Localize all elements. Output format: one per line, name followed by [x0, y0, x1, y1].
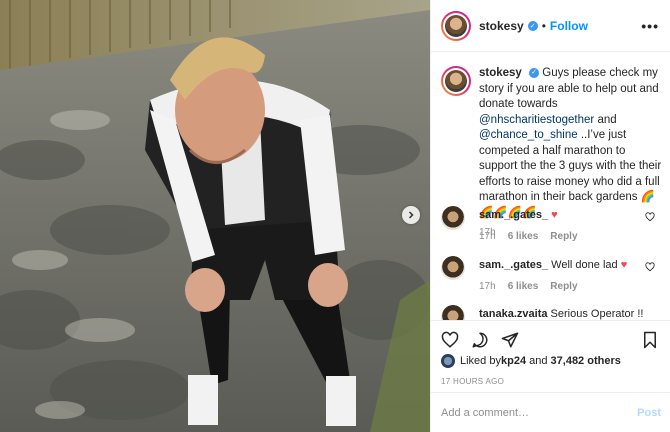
- caption-username[interactable]: stokesy: [479, 67, 522, 79]
- red-heart-emoji: ♥: [620, 259, 628, 271]
- post-comment-button[interactable]: Post: [637, 407, 661, 419]
- post-media[interactable]: [0, 0, 430, 432]
- comment-likes-count[interactable]: 6 likes: [508, 231, 539, 242]
- like-heart-icon[interactable]: [441, 331, 459, 349]
- post-side-panel: stokesy ✓ • Follow ••• stokesy ✓ Guys pl…: [430, 0, 670, 432]
- mention-link[interactable]: @nhscharitiestogether: [479, 114, 594, 126]
- author-username[interactable]: stokesy: [479, 19, 524, 33]
- post-header: stokesy ✓ • Follow •••: [431, 0, 670, 52]
- share-send-icon[interactable]: [501, 331, 519, 349]
- likes-prefix: Liked by: [460, 355, 501, 367]
- mention-link[interactable]: @chance_to_shine: [479, 129, 578, 141]
- verified-badge-icon: ✓: [529, 67, 540, 78]
- reply-button[interactable]: Reply: [550, 281, 577, 292]
- comment-text: Serious Operator !!: [550, 308, 644, 320]
- commenter-avatar[interactable]: [441, 206, 465, 230]
- comment-bubble-icon[interactable]: [471, 331, 489, 349]
- follow-button[interactable]: Follow: [550, 19, 588, 33]
- comment-text: Well done lad: [551, 259, 618, 271]
- post-video-frame: [0, 0, 430, 432]
- comment-username[interactable]: sam._.gates_: [479, 209, 548, 221]
- commenter-avatar[interactable]: [441, 305, 465, 320]
- verified-badge-icon: ✓: [527, 20, 538, 31]
- liker-username[interactable]: kp24: [501, 355, 526, 367]
- comment-like-heart-icon[interactable]: [645, 262, 655, 272]
- comment-input[interactable]: [441, 406, 638, 419]
- add-comment-bar: Post: [431, 392, 670, 432]
- comment-item: sam._.gates_ ♥ 17h 6 likes Reply: [441, 206, 663, 242]
- comment-likes-count[interactable]: 6 likes: [508, 281, 539, 292]
- red-heart-emoji: ♥: [551, 209, 558, 221]
- likes-count[interactable]: 37,482 others: [551, 355, 621, 367]
- commenter-avatar[interactable]: [441, 256, 465, 280]
- more-options-icon[interactable]: •••: [641, 18, 659, 34]
- author-avatar[interactable]: [441, 10, 471, 41]
- likes-summary[interactable]: Liked by kp24 and 37,482 others: [441, 354, 621, 368]
- reply-button[interactable]: Reply: [550, 231, 577, 242]
- likes-middle: and: [526, 355, 551, 367]
- post-timestamp: 17 HOURS AGO: [441, 377, 505, 386]
- comment-time: 17h: [479, 231, 496, 242]
- comment-username[interactable]: sam._.gates_: [479, 259, 548, 271]
- comment-time: 17h: [479, 281, 496, 292]
- bookmark-icon[interactable]: [641, 331, 659, 349]
- caption-avatar[interactable]: [441, 66, 471, 96]
- comment-item: tanaka.zvaita Serious Operator !!: [441, 305, 663, 320]
- next-slide-button[interactable]: [402, 206, 420, 224]
- caption-text-2: and: [594, 113, 617, 126]
- header-separator: •: [541, 18, 546, 33]
- liker-avatar: [441, 354, 455, 368]
- comments-scroll-area[interactable]: stokesy ✓ Guys please check my story if …: [431, 53, 670, 320]
- comment-item: sam._.gates_ Well done lad ♥ 17h 6 likes…: [441, 256, 663, 292]
- comment-like-heart-icon[interactable]: [645, 212, 655, 222]
- chevron-right-icon: [408, 211, 414, 219]
- comment-username[interactable]: tanaka.zvaita: [479, 308, 547, 320]
